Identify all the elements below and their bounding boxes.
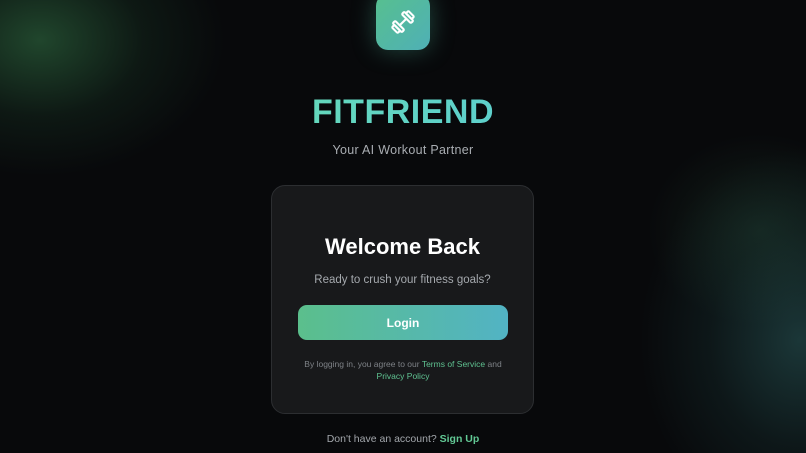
terms-prefix: By logging in, you agree to our	[304, 359, 420, 369]
app-tagline: Your AI Workout Partner	[332, 143, 474, 157]
terms-of-service-link[interactable]: Terms of Service	[422, 359, 485, 369]
app-name: FITFRIEND	[0, 92, 806, 132]
terms-and: and	[487, 359, 502, 369]
privacy-policy-link[interactable]: Privacy Policy	[377, 371, 430, 381]
card-title: Welcome Back	[325, 234, 480, 259]
terms-notice: By logging in, you agree to our Terms of…	[296, 358, 510, 382]
signup-prompt: Don't have an account?	[326, 433, 437, 445]
dumbbell-icon	[391, 10, 415, 34]
app-logo	[376, 0, 430, 50]
login-card: Welcome Back Ready to crush your fitness…	[271, 185, 534, 414]
signup-prompt-row: Don't have an account? Sign Up	[0, 433, 806, 445]
card-subtitle: Ready to crush your fitness goals?	[314, 274, 491, 286]
sign-up-link[interactable]: Sign Up	[440, 433, 480, 445]
login-button[interactable]: Login	[298, 305, 508, 340]
login-screen: FITFRIEND Your AI Workout Partner Welcom…	[0, 0, 806, 453]
